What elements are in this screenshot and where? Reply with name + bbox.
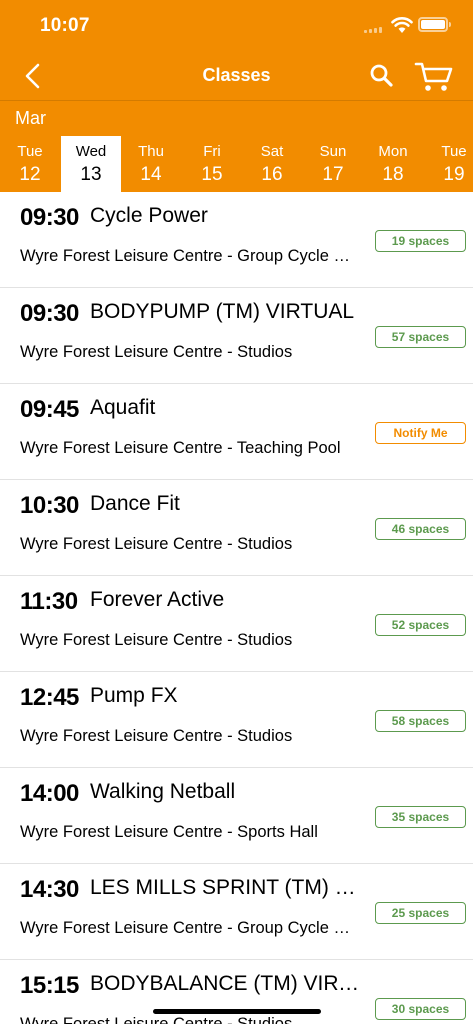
cellular-signal-icon [364, 27, 384, 33]
spaces-badge[interactable]: 25 spaces [375, 902, 466, 924]
class-time: 15:15 [20, 972, 79, 999]
class-time: 09:30 [20, 300, 79, 327]
nav-bar: Classes [0, 52, 473, 100]
battery-icon [418, 17, 451, 32]
class-row[interactable]: 12:45 Pump FX Wyre Forest Leisure Centre… [0, 672, 473, 768]
class-time: 10:30 [20, 492, 79, 519]
spaces-badge[interactable]: 46 spaces [375, 518, 466, 540]
class-row[interactable]: 15:15 BODYBALANCE (TM) VIRTUAL Wyre Fore… [0, 960, 473, 1024]
class-time: 11:30 [20, 588, 78, 615]
search-icon[interactable] [369, 63, 395, 89]
day-tab[interactable]: Sun 17 [303, 136, 363, 192]
day-date: 14 [140, 164, 162, 185]
day-date: 15 [201, 164, 223, 185]
class-venue: Wyre Forest Leisure Centre - Group Cycle… [20, 919, 358, 937]
day-name: Wed [75, 143, 107, 160]
class-time: 12:45 [20, 684, 79, 711]
spaces-badge[interactable]: 58 spaces [375, 710, 466, 732]
class-name: BODYPUMP (TM) VIRTUAL [90, 300, 355, 323]
class-venue: Wyre Forest Leisure Centre - Sports Hall [20, 823, 318, 841]
spaces-badge[interactable]: 30 spaces [375, 998, 466, 1020]
class-venue: Wyre Forest Leisure Centre - Teaching Po… [20, 439, 341, 457]
page-title: Classes [202, 65, 271, 85]
class-row[interactable]: 11:30 Forever Active Wyre Forest Leisure… [0, 576, 473, 672]
class-row[interactable]: 14:30 LES MILLS SPRINT (TM) VIRTUAL Wyre… [0, 864, 473, 960]
day-name: Tue [17, 143, 43, 160]
class-name: Cycle Power [90, 204, 208, 227]
day-tab[interactable]: Thu 14 [121, 136, 181, 192]
class-venue: Wyre Forest Leisure Centre - Studios [20, 1015, 293, 1024]
day-date: 16 [261, 164, 283, 185]
class-time: 09:45 [20, 396, 79, 423]
spaces-badge[interactable]: 35 spaces [375, 806, 466, 828]
day-date: 19 [443, 164, 465, 185]
day-tab[interactable]: Fri 15 [182, 136, 242, 192]
status-time: 10:07 [40, 15, 90, 36]
day-tab[interactable]: Mon 18 [363, 136, 423, 192]
day-name: Mon [378, 143, 408, 160]
day-date: 12 [19, 164, 41, 185]
class-time: 14:30 [20, 876, 79, 903]
day-name: Sat [260, 143, 284, 160]
day-tab[interactable]: Sat 16 [242, 136, 302, 192]
class-venue: Wyre Forest Leisure Centre - Group Cycle… [20, 247, 358, 265]
day-name: Fri [203, 143, 221, 160]
day-name: Tue [441, 143, 467, 160]
class-venue: Wyre Forest Leisure Centre - Studios [20, 343, 293, 361]
class-time: 09:30 [20, 204, 79, 231]
class-name: BODYBALANCE (TM) VIRTUAL [90, 972, 360, 995]
class-name: Walking Netball [90, 780, 236, 803]
day-date: 18 [382, 164, 404, 185]
cart-icon[interactable] [414, 60, 454, 94]
day-tab[interactable]: Tue 19 [424, 136, 473, 192]
class-row[interactable]: 14:00 Walking Netball Wyre Forest Leisur… [0, 768, 473, 864]
day-name: Sun [319, 143, 347, 160]
status-bar: 10:07 [0, 0, 473, 52]
home-indicator[interactable] [153, 1009, 321, 1014]
class-name: Dance Fit [90, 492, 180, 515]
day-name: Thu [138, 143, 164, 160]
class-venue: Wyre Forest Leisure Centre - Studios [20, 727, 293, 745]
header-divider [0, 100, 473, 101]
day-date: 17 [322, 164, 344, 185]
spaces-badge[interactable]: 52 spaces [375, 614, 466, 636]
month-label: Mar [15, 108, 46, 128]
day-selector: Tue 12 Wed 13 Thu 14 Fri 15 Sat 16 Sun 1… [0, 136, 473, 192]
class-venue: Wyre Forest Leisure Centre - Studios [20, 535, 293, 553]
notify-me-button[interactable]: Notify Me [375, 422, 466, 444]
class-name: Forever Active [90, 588, 225, 611]
day-tab-selected[interactable]: Wed 13 [61, 136, 121, 192]
class-row[interactable]: 09:30 BODYPUMP (TM) VIRTUAL Wyre Forest … [0, 288, 473, 384]
class-row[interactable]: 09:45 Aquafit Wyre Forest Leisure Centre… [0, 384, 473, 480]
class-name: Aquafit [90, 396, 156, 419]
header: 10:07 Classes Mar Tue 12 Wed 13 Thu 14 F… [0, 0, 473, 192]
day-tab[interactable]: Tue 12 [0, 136, 60, 192]
spaces-badge[interactable]: 57 spaces [375, 326, 466, 348]
class-row[interactable]: 10:30 Dance Fit Wyre Forest Leisure Cent… [0, 480, 473, 576]
wifi-icon [391, 17, 413, 33]
class-time: 14:00 [20, 780, 79, 807]
spaces-badge[interactable]: 19 spaces [375, 230, 466, 252]
class-name: LES MILLS SPRINT (TM) VIRTUAL [90, 876, 360, 899]
class-venue: Wyre Forest Leisure Centre - Studios [20, 631, 293, 649]
class-name: Pump FX [90, 684, 178, 707]
class-row[interactable]: 09:30 Cycle Power Wyre Forest Leisure Ce… [0, 192, 473, 288]
day-date: 13 [80, 164, 102, 185]
